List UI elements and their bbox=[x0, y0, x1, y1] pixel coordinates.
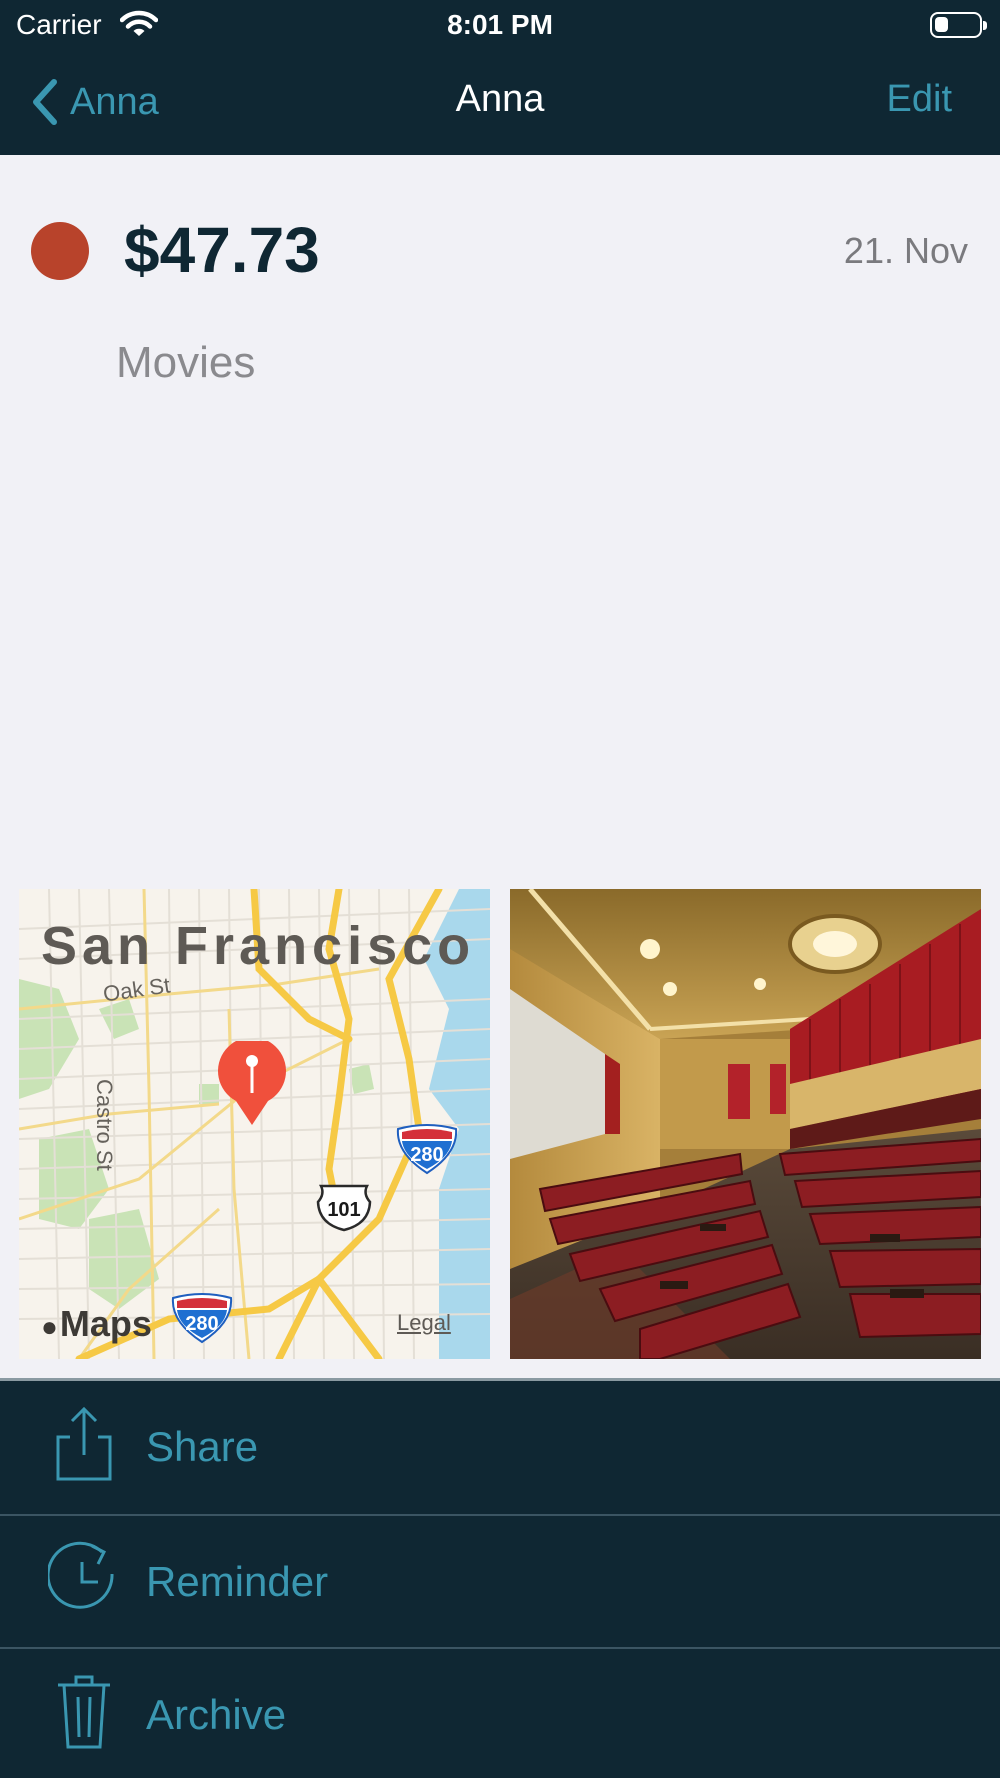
map-legal-link[interactable]: Legal bbox=[397, 1310, 451, 1336]
page-title: Anna bbox=[455, 78, 545, 120]
reminder-label: Reminder bbox=[146, 1558, 329, 1605]
location-map[interactable]: San Francisco Oak St Castro St 280 280 1… bbox=[19, 889, 490, 1359]
apple-logo-icon: ● bbox=[41, 1311, 58, 1342]
trash-icon bbox=[58, 1675, 110, 1749]
attached-photo[interactable] bbox=[510, 889, 981, 1359]
reminder-action[interactable]: Reminder bbox=[0, 1514, 1000, 1646]
share-icon bbox=[56, 1406, 112, 1481]
amount-value: $47.73 bbox=[124, 214, 320, 286]
reminder-icon bbox=[48, 1541, 114, 1609]
map-city-label: San Francisco bbox=[41, 916, 476, 976]
category-label: Movies bbox=[116, 338, 256, 387]
map-street-label: Castro St bbox=[92, 1079, 117, 1171]
maps-brand: ●Maps bbox=[41, 1303, 152, 1345]
share-label: Share bbox=[146, 1423, 259, 1470]
action-list: Share Reminder Archive bbox=[0, 1378, 1000, 1778]
share-action[interactable]: Share bbox=[0, 1381, 1000, 1513]
status-bar: Carrier 8:01 PM bbox=[0, 0, 1000, 50]
theater-photo-image bbox=[510, 889, 981, 1359]
archive-label: Archive bbox=[146, 1691, 287, 1738]
maps-brand-label: Maps bbox=[59, 1303, 152, 1344]
interstate-number: 280 bbox=[185, 1313, 218, 1335]
interstate-shield: 280 bbox=[394, 1123, 460, 1175]
interstate-shield: 280 bbox=[169, 1292, 235, 1344]
edit-button[interactable]: Edit bbox=[887, 78, 952, 121]
location-pin-icon[interactable] bbox=[216, 1041, 288, 1127]
top-bar: Carrier 8:01 PM Anna Anna Edit bbox=[0, 0, 1000, 155]
archive-action[interactable]: Archive bbox=[0, 1647, 1000, 1778]
battery-level bbox=[935, 17, 948, 32]
battery-icon bbox=[930, 12, 987, 38]
category-color-dot bbox=[31, 222, 89, 280]
us-route-number: 101 bbox=[327, 1199, 360, 1221]
us-route-shield: 101 bbox=[315, 1182, 373, 1232]
entry-date: 21. Nov bbox=[843, 230, 968, 271]
interstate-number: 280 bbox=[410, 1144, 443, 1166]
clock: 8:01 PM bbox=[447, 9, 553, 40]
